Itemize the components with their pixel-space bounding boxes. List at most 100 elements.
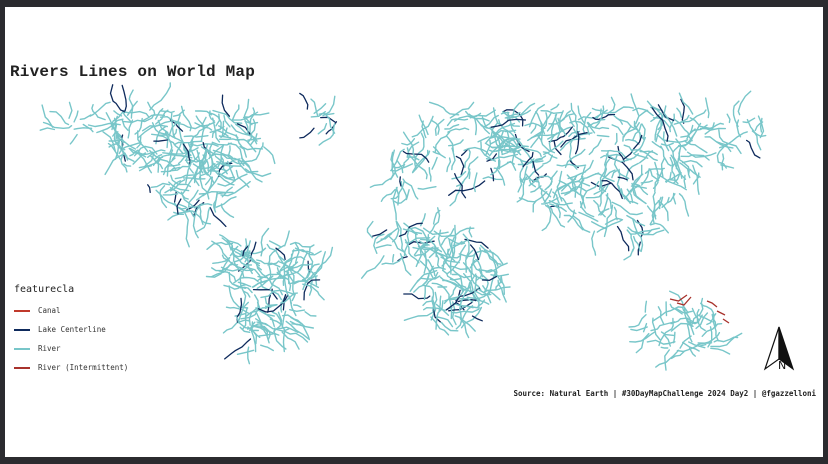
river-line	[204, 176, 212, 186]
river-line	[549, 170, 558, 180]
lake-centerline-line	[267, 294, 271, 313]
lake-centerline-line	[448, 180, 486, 196]
legend-label-canal: Canal	[38, 306, 61, 315]
map-title: Rivers Lines on World Map	[10, 63, 256, 81]
river-line	[541, 204, 552, 232]
river-line	[293, 304, 302, 308]
river-line	[623, 144, 634, 153]
river-line	[284, 230, 290, 247]
river-line	[625, 138, 640, 145]
river-line	[433, 291, 438, 307]
river-line	[678, 193, 690, 217]
river-line	[69, 133, 78, 145]
river-line	[184, 212, 190, 248]
river-line	[705, 97, 710, 119]
river-line	[254, 247, 267, 255]
river-line	[161, 153, 193, 159]
legend-label-river: River	[38, 344, 61, 353]
river-line	[460, 306, 483, 329]
river-line	[451, 273, 471, 279]
river-line	[260, 291, 274, 299]
river-line	[159, 110, 175, 114]
river-line	[231, 104, 240, 121]
lake-centerline-line	[109, 84, 125, 113]
river-line	[596, 134, 610, 138]
intermittent-river-line	[716, 310, 726, 316]
river-line	[679, 162, 690, 175]
river-line	[294, 242, 300, 264]
river-line	[684, 140, 708, 154]
river-line	[289, 241, 315, 248]
river-line	[660, 142, 674, 147]
river-line	[268, 240, 282, 248]
river-line	[479, 244, 504, 265]
legend-item-river-intermittent: River (Intermittent)	[14, 358, 128, 377]
river-line	[420, 275, 441, 280]
river-line	[628, 314, 647, 328]
north-arrow-label: N	[778, 359, 786, 372]
legend-item-river: River	[14, 339, 128, 358]
river-line	[392, 254, 395, 263]
river-line	[530, 123, 537, 134]
river-line	[122, 110, 150, 118]
legend-item-canal: Canal	[14, 301, 128, 320]
river-line	[678, 92, 694, 115]
river-line	[281, 310, 287, 327]
river-line	[632, 107, 654, 117]
river-line	[373, 233, 385, 254]
river-line	[496, 169, 506, 186]
river-line	[660, 157, 666, 178]
river-line	[79, 114, 92, 120]
lake-centerline-line	[176, 198, 182, 215]
river-line	[535, 111, 543, 131]
river-line	[361, 255, 385, 279]
river-line	[159, 185, 168, 209]
source-caption: Source: Natural Earth | #30DayMapChallen…	[513, 389, 816, 398]
lake-centerline-line	[121, 84, 127, 114]
river-line	[657, 306, 665, 325]
lake-centerline-line	[455, 155, 465, 176]
river-line	[600, 149, 621, 153]
river-line	[39, 127, 56, 131]
river-line	[451, 170, 467, 180]
river-line	[644, 300, 648, 313]
river-line	[434, 247, 438, 258]
river-line	[550, 103, 560, 111]
lake-centerline-line	[399, 176, 402, 187]
lake-centerline-line	[299, 127, 315, 139]
river-line	[68, 101, 73, 119]
river-line	[591, 221, 607, 230]
river-line	[428, 101, 460, 116]
river-line	[434, 118, 445, 136]
river-line	[236, 349, 255, 355]
river-line	[676, 107, 683, 118]
river-line	[167, 213, 185, 221]
river-line	[256, 267, 268, 278]
river-line	[434, 131, 451, 153]
river-line	[581, 172, 600, 180]
river-line	[417, 186, 437, 190]
legend-swatch-lake-centerline	[14, 328, 30, 331]
legend-swatch-river	[14, 347, 30, 350]
river-line	[113, 110, 123, 117]
river-line	[626, 214, 646, 227]
river-line	[428, 167, 432, 182]
river-line	[540, 110, 563, 115]
river-line	[591, 230, 597, 256]
river-line	[577, 105, 586, 124]
river-line	[173, 210, 192, 215]
river-line	[726, 113, 731, 124]
river-line	[219, 138, 240, 142]
river-line	[227, 145, 231, 156]
river-line	[196, 206, 211, 233]
river-line	[463, 146, 490, 156]
river-line	[366, 220, 374, 239]
lake-centerline-line	[147, 184, 151, 194]
river-line	[737, 90, 752, 116]
lake-centerline-line	[224, 338, 252, 360]
river-line	[162, 193, 179, 196]
river-line	[488, 269, 497, 296]
river-line	[665, 171, 672, 183]
river-line	[611, 124, 624, 136]
legend-label-lake-centerline: Lake Centerline	[38, 325, 106, 334]
